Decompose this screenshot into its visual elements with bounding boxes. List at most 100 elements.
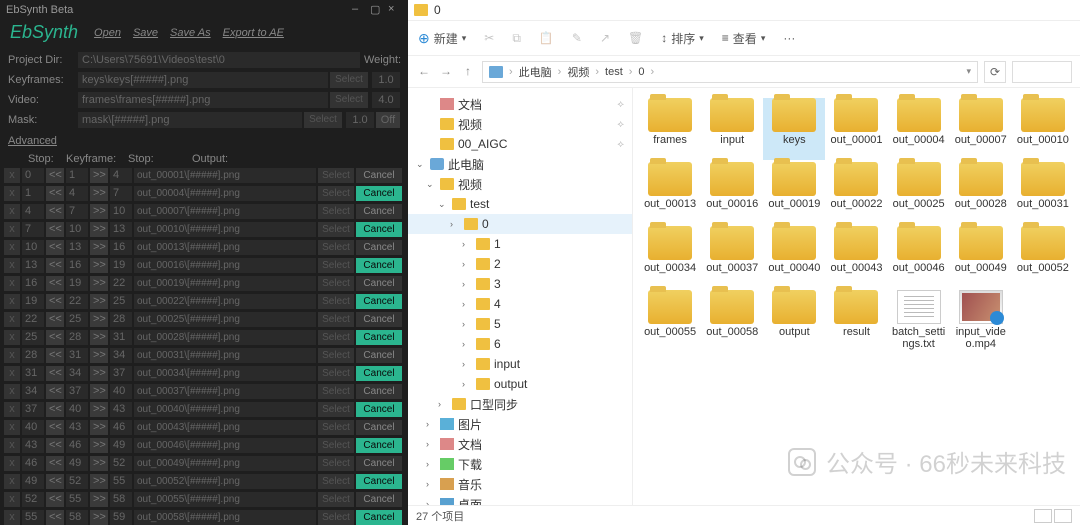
- minimize-icon[interactable]: –: [352, 3, 366, 17]
- mask-select[interactable]: Select: [304, 112, 342, 128]
- row-cancel[interactable]: Cancel: [356, 294, 402, 309]
- caret-icon[interactable]: ›: [426, 439, 436, 449]
- caret-icon[interactable]: ›: [462, 239, 472, 249]
- caret-icon[interactable]: ›: [462, 339, 472, 349]
- arrow-left-icon[interactable]: <<: [46, 492, 64, 507]
- arrow-right-icon[interactable]: >>: [90, 222, 108, 237]
- arrow-left-icon[interactable]: <<: [46, 456, 64, 471]
- row-delete[interactable]: x: [4, 330, 20, 345]
- keyframe-input[interactable]: 40: [66, 402, 88, 417]
- arrow-left-icon[interactable]: <<: [46, 474, 64, 489]
- file-item[interactable]: out_00007: [950, 98, 1012, 160]
- arrow-right-icon[interactable]: >>: [90, 330, 108, 345]
- view-list-icon[interactable]: [1034, 509, 1052, 523]
- tree-node[interactable]: ›图片: [408, 414, 632, 434]
- file-item[interactable]: out_00022: [825, 162, 887, 224]
- share-icon[interactable]: ↗: [600, 31, 610, 45]
- keyframe-input[interactable]: 55: [66, 492, 88, 507]
- stop2-input[interactable]: 34: [110, 348, 132, 363]
- stop2-input[interactable]: 4: [110, 168, 132, 183]
- stop1-input[interactable]: 4: [22, 204, 44, 219]
- paste-icon[interactable]: 📋: [539, 31, 554, 45]
- stop2-input[interactable]: 16: [110, 240, 132, 255]
- arrow-left-icon[interactable]: <<: [46, 348, 64, 363]
- row-delete[interactable]: x: [4, 258, 20, 273]
- file-item[interactable]: out_00055: [639, 290, 701, 352]
- row-select[interactable]: Select: [318, 312, 354, 327]
- row-cancel[interactable]: Cancel: [356, 204, 402, 219]
- arrow-left-icon[interactable]: <<: [46, 258, 64, 273]
- row-delete[interactable]: x: [4, 366, 20, 381]
- row-delete[interactable]: x: [4, 222, 20, 237]
- caret-icon[interactable]: ›: [426, 479, 436, 489]
- row-delete[interactable]: x: [4, 240, 20, 255]
- stop2-input[interactable]: 49: [110, 438, 132, 453]
- keyframe-input[interactable]: 7: [66, 204, 88, 219]
- output-input[interactable]: out_00010\[#####].png: [134, 222, 316, 237]
- menu-export[interactable]: Export to AE: [223, 27, 284, 39]
- output-input[interactable]: out_00001\[#####].png: [134, 168, 316, 183]
- row-cancel[interactable]: Cancel: [356, 492, 402, 507]
- stop2-input[interactable]: 19: [110, 258, 132, 273]
- advanced-toggle[interactable]: Advanced: [0, 131, 408, 151]
- row-delete[interactable]: x: [4, 456, 20, 471]
- row-select[interactable]: Select: [318, 510, 354, 525]
- keyframe-input[interactable]: 22: [66, 294, 88, 309]
- output-input[interactable]: out_00058\[#####].png: [134, 510, 316, 525]
- stop1-input[interactable]: 52: [22, 492, 44, 507]
- row-select[interactable]: Select: [318, 330, 354, 345]
- stop2-input[interactable]: 31: [110, 330, 132, 345]
- file-item[interactable]: out_00040: [763, 226, 825, 288]
- row-cancel[interactable]: Cancel: [356, 276, 402, 291]
- output-input[interactable]: out_00028\[#####].png: [134, 330, 316, 345]
- copy-icon[interactable]: ⧉: [512, 31, 521, 46]
- file-item[interactable]: out_00004: [888, 98, 950, 160]
- arrow-left-icon[interactable]: <<: [46, 366, 64, 381]
- row-select[interactable]: Select: [318, 222, 354, 237]
- arrow-left-icon[interactable]: <<: [46, 276, 64, 291]
- file-item[interactable]: out_00001: [825, 98, 887, 160]
- row-select[interactable]: Select: [318, 258, 354, 273]
- stop2-input[interactable]: 25: [110, 294, 132, 309]
- caret-icon[interactable]: ⌄: [438, 199, 448, 210]
- row-delete[interactable]: x: [4, 492, 20, 507]
- keyframe-input[interactable]: 49: [66, 456, 88, 471]
- caret-icon[interactable]: ›: [462, 359, 472, 369]
- menu-saveas[interactable]: Save As: [170, 27, 211, 39]
- arrow-right-icon[interactable]: >>: [90, 402, 108, 417]
- stop2-input[interactable]: 55: [110, 474, 132, 489]
- pin-icon[interactable]: ⟡: [617, 139, 624, 150]
- row-select[interactable]: Select: [318, 168, 354, 183]
- row-delete[interactable]: x: [4, 510, 20, 525]
- output-input[interactable]: out_00025\[#####].png: [134, 312, 316, 327]
- file-item[interactable]: keys: [763, 98, 825, 160]
- projectdir-input[interactable]: C:\Users\75691\Videos\test\0: [78, 52, 360, 68]
- keyframe-input[interactable]: 19: [66, 276, 88, 291]
- keyframe-input[interactable]: 34: [66, 366, 88, 381]
- arrow-right-icon[interactable]: >>: [90, 204, 108, 219]
- row-select[interactable]: Select: [318, 276, 354, 291]
- tree-node[interactable]: ›2: [408, 254, 632, 274]
- arrow-right-icon[interactable]: >>: [90, 510, 108, 525]
- arrow-right-icon[interactable]: >>: [90, 258, 108, 273]
- caret-icon[interactable]: ›: [462, 279, 472, 289]
- tree-node[interactable]: 文档⟡: [408, 94, 632, 114]
- file-item[interactable]: input_video.mp4: [950, 290, 1012, 352]
- row-cancel[interactable]: Cancel: [356, 330, 402, 345]
- row-cancel[interactable]: Cancel: [356, 402, 402, 417]
- arrow-left-icon[interactable]: <<: [46, 420, 64, 435]
- stop1-input[interactable]: 13: [22, 258, 44, 273]
- more-button[interactable]: ···: [783, 31, 795, 45]
- keyframes-select[interactable]: Select: [330, 72, 368, 88]
- row-delete[interactable]: x: [4, 420, 20, 435]
- file-item[interactable]: result: [825, 290, 887, 352]
- stop1-input[interactable]: 10: [22, 240, 44, 255]
- output-input[interactable]: out_00034\[#####].png: [134, 366, 316, 381]
- stop2-input[interactable]: 43: [110, 402, 132, 417]
- arrow-right-icon[interactable]: >>: [90, 276, 108, 291]
- stop1-input[interactable]: 40: [22, 420, 44, 435]
- arrow-right-icon[interactable]: >>: [90, 240, 108, 255]
- tree-node[interactable]: ›4: [408, 294, 632, 314]
- stop2-input[interactable]: 40: [110, 384, 132, 399]
- stop1-input[interactable]: 7: [22, 222, 44, 237]
